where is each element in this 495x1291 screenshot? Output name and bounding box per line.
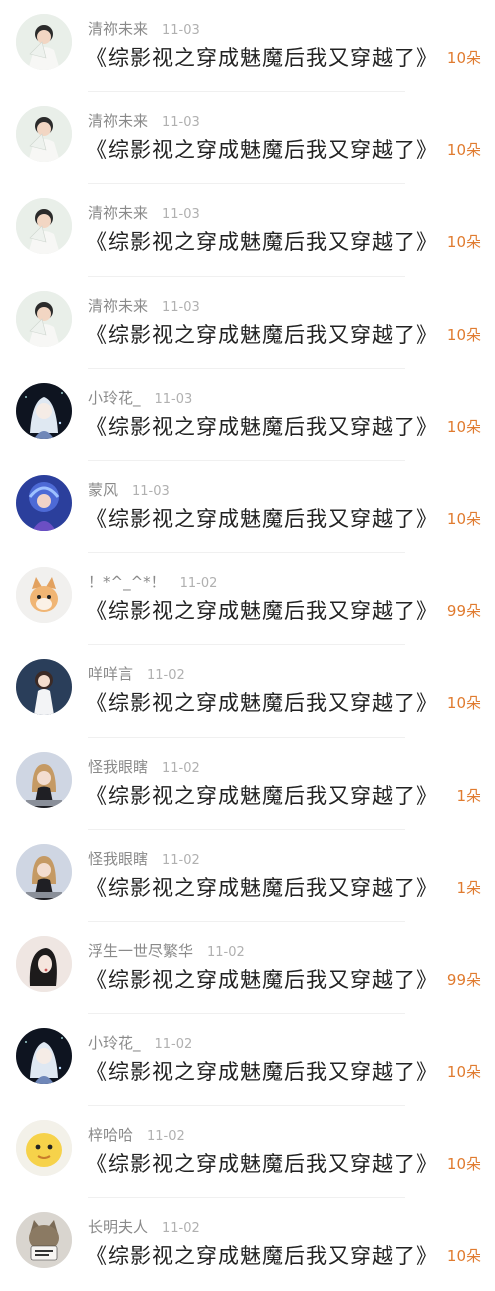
reward-date: 11-03 [162, 207, 200, 223]
flower-amount: 1朵 [456, 786, 481, 805]
book-title[interactable]: 《综影视之穿成魅魔后我又穿越了》 [86, 1240, 438, 1270]
reward-date: 11-03 [162, 23, 200, 38]
avatar[interactable] [16, 106, 72, 163]
avatar[interactable] [16, 567, 72, 624]
reward-date: 11-02 [207, 944, 245, 960]
avatar[interactable] [16, 1120, 72, 1177]
user-meta: 怪我眼瞎 11-02 [88, 756, 200, 777]
user-name[interactable]: 梓哈哈 [88, 1126, 133, 1144]
user-name[interactable]: 怪我眼瞎 [88, 758, 148, 776]
avatar[interactable] [16, 474, 72, 531]
reward-list: 清祢未来 11-03 《综影视之穿成魅魔后我又穿越了》 10朵 清祢未来 11-03 《综影… [0, 0, 495, 1291]
user-meta: 梓哈哈 11-02 [88, 1124, 185, 1145]
list-item[interactable]: 怪我眼瞎 11-02 《综影视之穿成魅魔后我又穿越了》 1朵 [0, 738, 495, 830]
user-meta: 怪我眼瞎 11-02 [88, 848, 200, 869]
user-meta: 清祢未来 11-03 [88, 202, 200, 223]
reward-date: 11-03 [154, 391, 193, 407]
user-meta: 清祢未来 11-03 [88, 295, 200, 316]
flower-amount: 10朵 [446, 694, 481, 713]
book-title[interactable]: 《综影视之穿成魅魔后我又穿越了》 [86, 1148, 438, 1178]
reward-date: 11-03 [132, 483, 170, 499]
list-item[interactable]: 咩咩言 11-02 《综影视之穿成魅魔后我又穿越了》 10朵 [0, 645, 495, 738]
flower-amount: 10朵 [446, 417, 481, 436]
reward-date: 11-02 [162, 852, 200, 868]
list-item[interactable]: 梓哈哈 11-02 《综影视之穿成魅魔后我又穿越了》 10朵 [0, 1106, 495, 1199]
avatar[interactable] [16, 1212, 72, 1269]
user-name[interactable]: 小玲花_ [88, 389, 141, 407]
reward-date: 11-02 [154, 1037, 193, 1053]
reward-date: 11-03 [162, 299, 200, 315]
book-title[interactable]: 《综影视之穿成魅魔后我又穿越了》 [86, 134, 438, 164]
flower-amount: 1朵 [456, 878, 481, 897]
list-item[interactable]: 蒙风 11-03 《综影视之穿成魅魔后我又穿越了》 10朵 [0, 461, 495, 554]
reward-date: 11-02 [147, 1129, 185, 1145]
reward-date: 11-02 [162, 1221, 200, 1237]
user-meta: 清祢未来 11-03 [88, 18, 200, 39]
reward-date: 11-02 [179, 576, 218, 592]
avatar[interactable] [16, 14, 72, 70]
user-meta: 长明夫人 11-02 [88, 1216, 200, 1237]
list-item[interactable]: 清祢未来 11-03 《综影视之穿成魅魔后我又穿越了》 10朵 [0, 0, 495, 93]
user-name[interactable]: 清祢未来 [88, 204, 148, 222]
user-meta: 小玲花_ 11-03 [88, 387, 192, 408]
flower-amount: 10朵 [446, 509, 481, 528]
user-meta: 咩咩言 11-02 [88, 663, 185, 684]
user-name[interactable]: 长明夫人 [88, 1218, 148, 1236]
flower-amount: 10朵 [446, 1063, 481, 1082]
user-name[interactable]: 蒙风 [88, 481, 118, 499]
book-title[interactable]: 《综影视之穿成魅魔后我又穿越了》 [86, 1056, 438, 1086]
flower-amount: 10朵 [446, 49, 481, 67]
flower-amount: 10朵 [446, 1247, 481, 1266]
list-item[interactable]: ！*^_^*！ 11-02 《综影视之穿成魅魔后我又穿越了》 99朵 [0, 553, 495, 646]
book-title[interactable]: 《综影视之穿成魅魔后我又穿越了》 [86, 780, 438, 810]
user-name[interactable]: 浮生一世尽繁华 [88, 942, 193, 960]
avatar[interactable] [16, 290, 72, 347]
flower-amount: 10朵 [446, 141, 481, 160]
flower-amount: 99朵 [446, 970, 481, 989]
list-item[interactable]: 怪我眼瞎 11-02 《综影视之穿成魅魔后我又穿越了》 1朵 [0, 830, 495, 923]
user-name[interactable]: ！*^_^*！ [88, 573, 166, 591]
book-title[interactable]: 《综影视之穿成魅魔后我又穿越了》 [86, 503, 438, 533]
user-meta: 小玲花_ 11-02 [88, 1032, 192, 1053]
user-name[interactable]: 清祢未来 [88, 112, 148, 130]
flower-amount: 10朵 [446, 1155, 481, 1174]
avatar[interactable] [16, 198, 72, 255]
list-item[interactable]: 清祢未来 11-03 《综影视之穿成魅魔后我又穿越了》 10朵 [0, 184, 495, 277]
flower-amount: 10朵 [446, 325, 481, 344]
book-title[interactable]: 《综影视之穿成魅魔后我又穿越了》 [86, 226, 438, 256]
user-name[interactable]: 怪我眼瞎 [88, 850, 148, 868]
user-name[interactable]: 小玲花_ [88, 1034, 141, 1052]
book-title[interactable]: 《综影视之穿成魅魔后我又穿越了》 [86, 687, 438, 717]
user-meta: 蒙风 11-03 [88, 479, 170, 500]
book-title[interactable]: 《综影视之穿成魅魔后我又穿越了》 [86, 872, 438, 902]
list-item[interactable]: 浮生一世尽繁华 11-02 《综影视之穿成魅魔后我又穿越了》 99朵 [0, 922, 495, 1015]
book-title[interactable]: 《综影视之穿成魅魔后我又穿越了》 [86, 595, 438, 625]
user-name[interactable]: 清祢未来 [88, 20, 148, 38]
avatar[interactable] [16, 382, 72, 439]
user-name[interactable]: 清祢未来 [88, 297, 148, 315]
flower-amount: 99朵 [446, 602, 481, 621]
reward-date: 11-02 [162, 760, 200, 776]
list-item[interactable]: 长明夫人 11-02 《综影视之穿成魅魔后我又穿越了》 10朵 [0, 1198, 495, 1290]
flower-amount: 10朵 [446, 233, 481, 252]
user-name[interactable]: 咩咩言 [88, 665, 133, 683]
reward-date: 11-02 [147, 668, 185, 684]
list-item[interactable]: 清祢未来 11-03 《综影视之穿成魅魔后我又穿越了》 10朵 [0, 92, 495, 185]
list-item[interactable]: 清祢未来 11-03 《综影视之穿成魅魔后我又穿越了》 10朵 [0, 277, 495, 369]
user-meta: ！*^_^*！ 11-02 [88, 571, 217, 592]
book-title[interactable]: 《综影视之穿成魅魔后我又穿越了》 [86, 411, 438, 441]
reward-date: 11-03 [162, 115, 200, 131]
list-item[interactable]: 小玲花_ 11-03 《综影视之穿成魅魔后我又穿越了》 10朵 [0, 369, 495, 462]
book-title[interactable]: 《综影视之穿成魅魔后我又穿越了》 [86, 319, 438, 349]
avatar[interactable] [16, 1028, 72, 1085]
avatar[interactable] [16, 935, 72, 992]
user-meta: 清祢未来 11-03 [88, 110, 200, 131]
user-meta: 浮生一世尽繁华 11-02 [88, 940, 245, 961]
avatar[interactable] [16, 659, 72, 716]
list-item[interactable]: 小玲花_ 11-02 《综影视之穿成魅魔后我又穿越了》 10朵 [0, 1014, 495, 1107]
avatar[interactable] [16, 751, 72, 808]
book-title[interactable]: 《综影视之穿成魅魔后我又穿越了》 [86, 964, 438, 994]
book-title[interactable]: 《综影视之穿成魅魔后我又穿越了》 [86, 42, 438, 72]
avatar[interactable] [16, 843, 72, 900]
